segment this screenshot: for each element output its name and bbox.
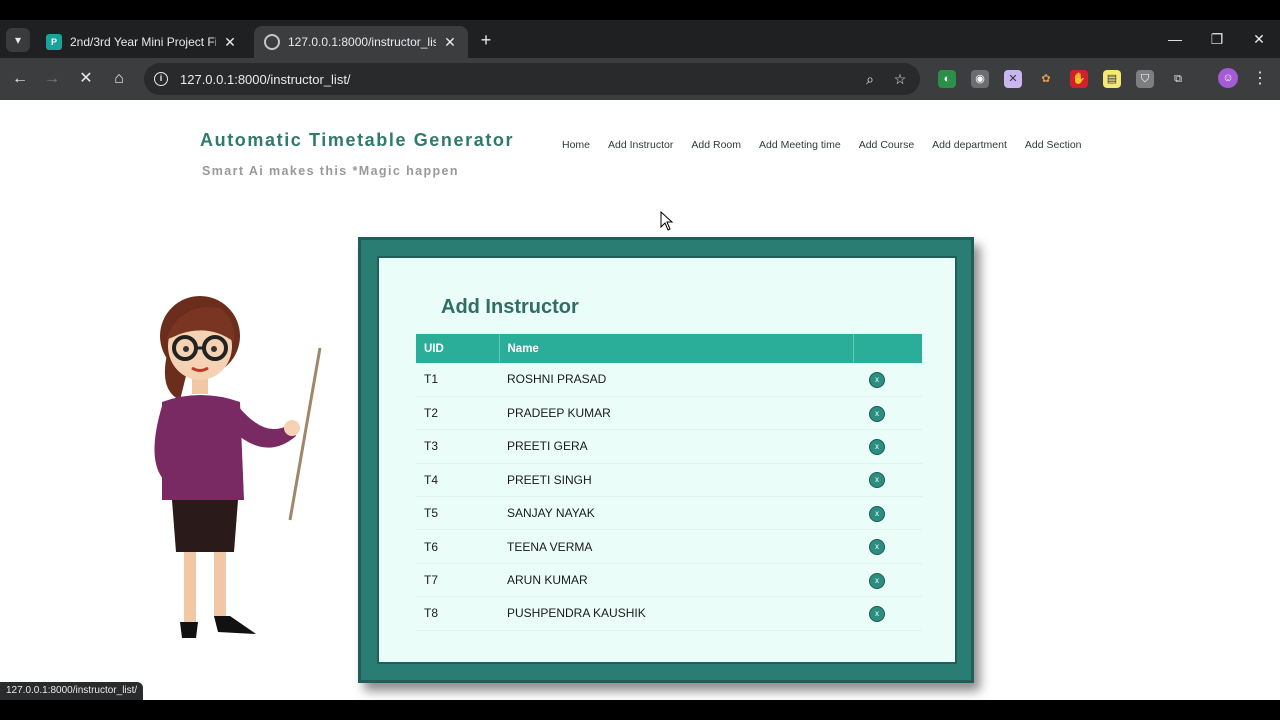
- web-page: Automatic Timetable Generator Smart Ai m…: [0, 100, 1280, 700]
- instructor-uid: T4: [416, 463, 499, 498]
- instructor-name: SANJAY NAYAK: [499, 496, 853, 531]
- cookie-extension-icon[interactable]: ✿: [1037, 70, 1055, 88]
- column-header-uid: UID: [416, 334, 500, 363]
- table-header-row: UID Name: [416, 334, 922, 363]
- close-window-icon[interactable]: ✕: [1244, 28, 1274, 50]
- instructor-name: PREETI GERA: [499, 429, 853, 464]
- hand-extension-icon[interactable]: ✋: [1070, 70, 1088, 88]
- table-row: T6 TEENA VERMA x: [416, 529, 922, 564]
- browser-menu-icon[interactable]: ⋮: [1252, 68, 1268, 90]
- instructor-uid: T8: [416, 596, 499, 631]
- status-bar-url: 127.0.0.1:8000/instructor_list/: [0, 682, 144, 700]
- site-info-icon[interactable]: i: [154, 72, 168, 86]
- instructor-uid: T2: [416, 396, 499, 431]
- site-nav: Home Add Instructor Add Room Add Meeting…: [562, 139, 1082, 151]
- delete-cell: x: [853, 363, 922, 397]
- instructor-uid: T7: [416, 563, 499, 598]
- site-subtitle: Smart Ai makes this *Magic happen: [202, 164, 459, 178]
- profile-avatar[interactable]: ☺: [1218, 68, 1238, 88]
- instructor-uid: T3: [416, 429, 499, 464]
- video-letterbox-top: [0, 0, 1280, 20]
- delete-cell: x: [853, 529, 922, 564]
- instructor-name: TEENA VERMA: [499, 529, 853, 564]
- nav-home[interactable]: Home: [562, 139, 590, 151]
- close-tab-icon[interactable]: ✕: [442, 34, 458, 51]
- delete-button[interactable]: x: [869, 472, 885, 489]
- instructor-name: PRADEEP KUMAR: [499, 396, 853, 431]
- delete-button[interactable]: x: [869, 371, 885, 388]
- table-row: T8 PUSHPENDRA KAUSHIK x: [416, 596, 922, 631]
- forward-icon[interactable]: →: [40, 67, 64, 91]
- globe-icon: [264, 34, 280, 50]
- delete-cell: x: [853, 563, 922, 598]
- zoom-icon[interactable]: ⌕: [860, 71, 880, 88]
- column-header-actions: [853, 334, 922, 363]
- powerpoint-icon: P: [46, 34, 62, 50]
- stop-loading-icon[interactable]: ✕: [74, 67, 98, 91]
- browser-tab-active[interactable]: 127.0.0.1:8000/instructor_list/ ✕: [254, 26, 468, 58]
- delete-cell: x: [853, 463, 922, 498]
- extensions-puzzle-icon[interactable]: ⧉: [1169, 70, 1187, 88]
- instructor-name: PREETI SINGH: [499, 463, 853, 498]
- board-heading: Add Instructor: [441, 296, 579, 318]
- delete-button[interactable]: x: [869, 405, 885, 422]
- column-header-name: Name: [499, 334, 854, 363]
- table-row: T1 ROSHNI PRASAD x: [416, 363, 922, 397]
- bookmark-star-icon[interactable]: ☆: [890, 71, 910, 88]
- instructor-uid: T5: [416, 496, 499, 531]
- browser-toolbar: ← → ✕ ⌂ i 127.0.0.1:8000/instructor_list…: [0, 58, 1280, 100]
- nav-add-department[interactable]: Add department: [932, 139, 1007, 151]
- teacher-illustration: [154, 296, 322, 638]
- delete-button[interactable]: x: [869, 539, 885, 556]
- tab-search-icon[interactable]: ▾: [6, 28, 30, 52]
- nav-add-room[interactable]: Add Room: [691, 139, 741, 151]
- instructor-uid: T6: [416, 529, 499, 564]
- delete-button[interactable]: x: [869, 438, 885, 455]
- mouse-cursor-icon: [660, 211, 674, 231]
- delete-cell: x: [853, 396, 922, 431]
- extension-icon[interactable]: ✕: [1004, 70, 1022, 88]
- table-row: T2 PRADEEP KUMAR x: [416, 396, 922, 431]
- close-tab-icon[interactable]: ✕: [222, 34, 238, 51]
- minimize-icon[interactable]: —: [1160, 28, 1190, 50]
- camera-extension-icon[interactable]: ◉: [971, 70, 989, 88]
- site-title: Automatic Timetable Generator: [200, 130, 515, 150]
- nav-add-instructor[interactable]: Add Instructor: [608, 139, 673, 151]
- instructor-name: ROSHNI PRASAD: [499, 363, 853, 397]
- back-icon[interactable]: ←: [8, 67, 32, 91]
- notes-extension-icon[interactable]: ▤: [1103, 70, 1121, 88]
- new-tab-button[interactable]: +: [476, 30, 496, 50]
- browser-tab-strip: ▾ P 2nd/3rd Year Mini Project Final Pre …: [0, 20, 1280, 58]
- shield-extension-icon[interactable]: ⛉: [1136, 70, 1154, 88]
- instructor-name: PUSHPENDRA KAUSHIK: [499, 596, 853, 631]
- tab-title: 127.0.0.1:8000/instructor_list/: [288, 35, 436, 49]
- table-row: T4 PREETI SINGH x: [416, 463, 922, 498]
- extension-icon[interactable]: ◐: [938, 70, 956, 88]
- delete-button[interactable]: x: [869, 605, 885, 622]
- nav-add-meeting-time[interactable]: Add Meeting time: [759, 139, 841, 151]
- address-bar[interactable]: i 127.0.0.1:8000/instructor_list/ ⌕ ☆: [144, 63, 920, 95]
- restore-icon[interactable]: ❐: [1202, 28, 1232, 50]
- nav-add-course[interactable]: Add Course: [859, 139, 914, 151]
- table-row: T5 SANJAY NAYAK x: [416, 496, 922, 531]
- instructor-table: UID Name T1 ROSHNI PRASAD x T2 PRADEEP K…: [416, 334, 922, 631]
- delete-cell: x: [853, 429, 922, 464]
- table-row: T3 PREETI GERA x: [416, 429, 922, 464]
- home-icon[interactable]: ⌂: [107, 67, 131, 91]
- instructor-board: Add Instructor UID Name T1 ROSHNI PRASAD…: [358, 237, 974, 683]
- table-row: T7 ARUN KUMAR x: [416, 563, 922, 598]
- delete-button[interactable]: x: [869, 572, 885, 589]
- tab-title: 2nd/3rd Year Mini Project Final Pre: [70, 35, 216, 49]
- delete-button[interactable]: x: [869, 505, 885, 522]
- instructor-uid: T1: [416, 363, 499, 397]
- nav-add-section[interactable]: Add Section: [1025, 139, 1082, 151]
- address-url[interactable]: 127.0.0.1:8000/instructor_list/: [180, 72, 860, 87]
- delete-cell: x: [853, 596, 922, 631]
- delete-cell: x: [853, 496, 922, 531]
- instructor-name: ARUN KUMAR: [499, 563, 853, 598]
- video-letterbox-bottom: [0, 700, 1280, 720]
- browser-tab[interactable]: P 2nd/3rd Year Mini Project Final Pre ✕: [36, 26, 248, 58]
- board-surface: Add Instructor UID Name T1 ROSHNI PRASAD…: [377, 256, 957, 664]
